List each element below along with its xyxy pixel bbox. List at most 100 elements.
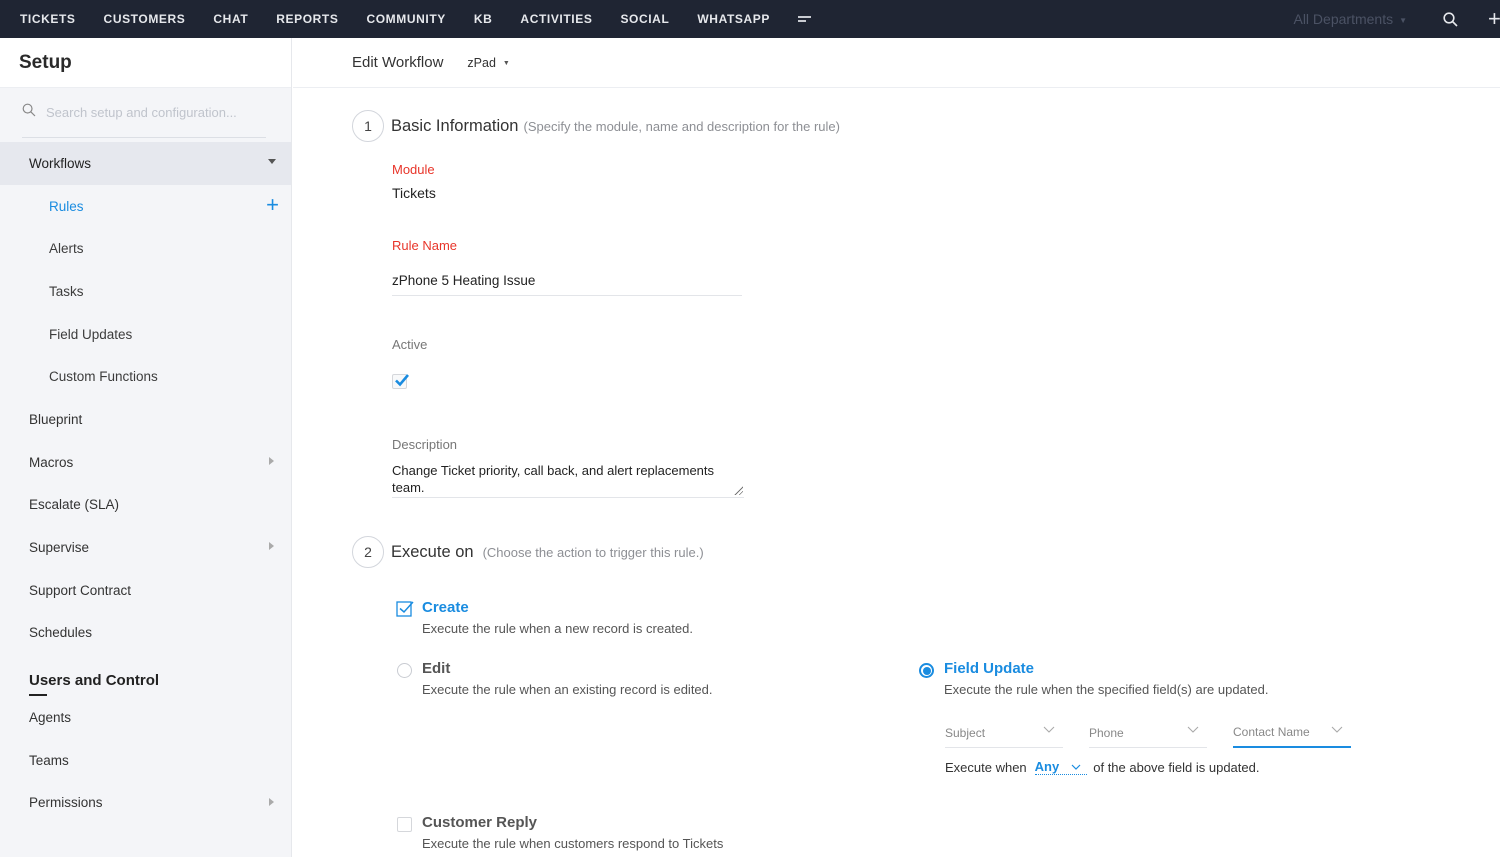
sidebar-item-label: Alerts (49, 241, 84, 257)
nav-community[interactable]: COMMUNITY (366, 12, 445, 26)
step-number: 1 (352, 110, 384, 142)
sidebar-item-label: Field Updates (49, 326, 133, 342)
customer-reply-checkbox[interactable] (397, 817, 412, 832)
chevron-down-icon (1187, 726, 1199, 733)
caret-down-icon: ▼ (1399, 15, 1407, 25)
top-navigation-bar: TICKETS CUSTOMERS CHAT REPORTS COMMUNITY… (0, 0, 1500, 38)
page-title: Edit Workflow (352, 54, 444, 71)
sidebar-item-label: Tasks (49, 283, 84, 299)
nav-activities[interactable]: ACTIVITIES (520, 12, 592, 26)
nav-customers[interactable]: CUSTOMERS (104, 12, 186, 26)
sidebar-item-tasks[interactable]: Tasks (0, 270, 291, 313)
description-label: Description (392, 437, 458, 452)
resize-handle-icon[interactable] (733, 485, 743, 495)
module-value: Tickets (392, 185, 436, 201)
active-label: Active (392, 337, 428, 352)
sidebar-item-label: Rules (49, 198, 84, 214)
rule-name-input[interactable] (392, 266, 742, 296)
option-customer-reply: Customer Reply Execute the rule when cus… (422, 814, 723, 851)
option-description: Execute the rule when the specified fiel… (944, 682, 1269, 697)
nav-reports[interactable]: REPORTS (276, 12, 338, 26)
step-execute-on: 2 Execute on (Choose the action to trigg… (352, 536, 704, 568)
nav-whatsapp[interactable]: WHATSAPP (697, 12, 770, 26)
description-textarea[interactable]: Change Ticket priority, call back, and a… (392, 462, 744, 498)
sidebar-item-rules[interactable]: Rules + (0, 185, 291, 228)
caret-right-icon (269, 456, 274, 465)
sidebar-item-label: Macros (29, 454, 74, 470)
setup-search-input[interactable] (46, 105, 266, 120)
sidebar-item-escalate-sla[interactable]: Escalate (SLA) (0, 484, 291, 527)
chevron-down-icon (1331, 726, 1343, 733)
sidebar-item-permissions[interactable]: Permissions (0, 782, 291, 825)
execute-when-dropdown[interactable]: Any (1034, 759, 1088, 775)
sidebar-item-schedules[interactable]: Schedules (0, 612, 291, 655)
execute-when-suffix: of the above field is updated. (1093, 759, 1260, 775)
sidebar-item-label: Support Contract (29, 582, 132, 598)
option-description: Execute the rule when customers respond … (422, 836, 724, 851)
execute-when-row: Execute when Any of the above field is u… (945, 759, 1259, 775)
checked-box-icon (396, 601, 414, 617)
sidebar-item-teams[interactable]: Teams (0, 739, 291, 782)
field-select-value: Subject (945, 725, 986, 740)
caret-right-icon (269, 797, 274, 806)
field-select-phone[interactable]: Phone (1089, 718, 1207, 748)
department-switcher[interactable]: All Departments ▼ (1293, 11, 1407, 27)
create-checkbox[interactable] (396, 600, 415, 622)
add-rule-plus-icon[interactable]: + (266, 193, 279, 216)
field-select-contact-name[interactable]: Contact Name (1233, 718, 1351, 748)
sidebar-item-blueprint[interactable]: Blueprint (0, 398, 291, 441)
sidebar-item-field-updates[interactable]: Field Updates (0, 313, 291, 356)
sidebar-item-label: Custom Functions (49, 369, 158, 385)
active-checkbox[interactable] (392, 374, 409, 389)
department-value: zPad (467, 55, 496, 70)
checkmark-icon (395, 374, 409, 387)
setup-search (22, 88, 266, 138)
option-title: Field Update (944, 660, 1035, 677)
step-hint: (Specify the module, name and descriptio… (523, 118, 840, 134)
sidebar-header: Setup (0, 38, 291, 88)
setup-sidebar: Setup Workflows Rules + Alerts Tasks Fie… (0, 38, 292, 857)
nav-tickets[interactable]: TICKETS (20, 12, 76, 26)
plus-icon[interactable]: + (1488, 8, 1500, 30)
field-select-value: Phone (1089, 725, 1124, 740)
execute-when-prefix: Execute when (945, 759, 1027, 775)
step-title: Execute on (391, 542, 474, 561)
main-content: Edit Workflow zPad ▼ 1 Basic Information … (293, 38, 1500, 857)
search-icon[interactable] (1443, 11, 1458, 27)
sidebar-item-alerts[interactable]: Alerts (0, 227, 291, 270)
step-title: Basic Information (391, 116, 519, 135)
hamburger-more-icon[interactable] (797, 14, 812, 24)
sidebar-item-agents[interactable]: Agents (0, 696, 291, 739)
step-basic-information: 1 Basic Information (Specify the module,… (352, 110, 840, 142)
option-edit: Edit Execute the rule when an existing r… (422, 660, 713, 697)
option-create: Create Execute the rule when a new recor… (422, 599, 693, 636)
nav-chat[interactable]: CHAT (213, 12, 248, 26)
sidebar-item-supervise[interactable]: Supervise (0, 526, 291, 569)
top-right-controls: All Departments ▼ + (1293, 0, 1500, 38)
section-title-users-and-control: Users and Control (0, 664, 291, 697)
edit-radio[interactable] (397, 663, 412, 678)
module-label: Module (392, 162, 435, 177)
step-hint: (Choose the action to trigger this rule.… (482, 544, 704, 560)
chevron-down-icon (1071, 764, 1081, 770)
option-title: Customer Reply (422, 814, 538, 831)
field-update-radio[interactable] (919, 663, 934, 678)
sidebar-item-support-contract[interactable]: Support Contract (0, 569, 291, 612)
option-description: Execute the rule when a new record is cr… (422, 621, 693, 636)
sidebar-item-custom-functions[interactable]: Custom Functions (0, 355, 291, 398)
chevron-down-icon (1043, 726, 1055, 733)
description-text: Change Ticket priority, call back, and a… (392, 463, 715, 495)
execute-when-value: Any (1034, 759, 1060, 774)
sidebar-item-label: Supervise (29, 540, 90, 556)
nav-kb[interactable]: KB (474, 12, 493, 26)
option-description: Execute the rule when an existing record… (422, 682, 713, 697)
module-tabs: TICKETS CUSTOMERS CHAT REPORTS COMMUNITY… (20, 0, 812, 38)
option-field-update: Field Update Execute the rule when the s… (944, 660, 1268, 697)
sidebar-menu: Workflows Rules + Alerts Tasks Field Upd… (0, 142, 291, 824)
caret-down-icon: ▼ (502, 59, 510, 67)
nav-social[interactable]: SOCIAL (620, 12, 669, 26)
sidebar-item-workflows[interactable]: Workflows (0, 142, 291, 185)
department-dropdown[interactable]: zPad ▼ (467, 56, 509, 70)
field-select-subject[interactable]: Subject (945, 718, 1063, 748)
sidebar-item-macros[interactable]: Macros (0, 441, 291, 484)
